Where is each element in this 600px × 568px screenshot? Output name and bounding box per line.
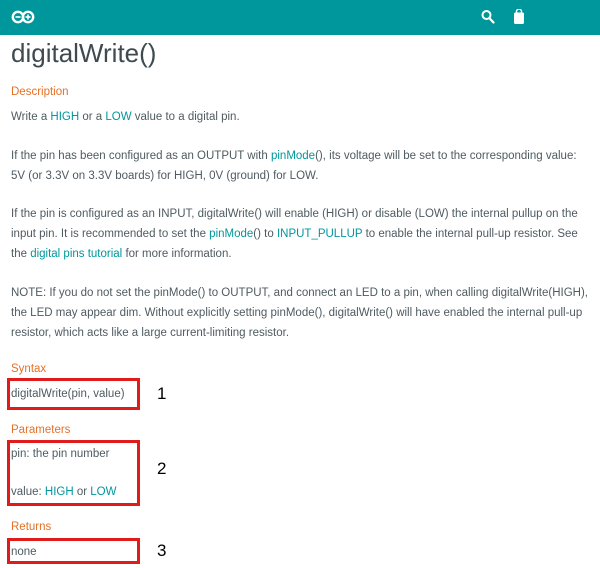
- pinmode-link[interactable]: pinMode: [209, 228, 253, 240]
- page-title: digitalWrite(): [11, 38, 157, 68]
- infinity-logo-icon[interactable]: [11, 9, 35, 30]
- description-paragraph-1: Write a HIGH or a LOW value to a digital…: [11, 111, 240, 123]
- high-link[interactable]: HIGH: [50, 111, 79, 123]
- parameters-heading: Parameters: [11, 424, 71, 436]
- digital-pins-tutorial-link[interactable]: digital pins tutorial: [30, 248, 122, 260]
- low-link[interactable]: LOW: [105, 111, 131, 123]
- input-pullup-link[interactable]: INPUT_PULLUP: [277, 228, 362, 240]
- returns-heading: Returns: [11, 521, 52, 533]
- description-note: NOTE: If you do not set the pinMode() to…: [11, 287, 588, 339]
- annotation-number-2: 2: [157, 459, 167, 478]
- annotation-box-3: [7, 538, 140, 564]
- bag-icon[interactable]: [513, 8, 525, 30]
- search-icon[interactable]: [481, 9, 495, 30]
- pinmode-link[interactable]: pinMode: [271, 150, 315, 162]
- top-navigation-bar: [0, 0, 600, 35]
- description-heading: Description: [11, 86, 69, 98]
- description-paragraph-2: If the pin has been configured as an OUT…: [11, 150, 577, 182]
- annotation-box-2: [7, 440, 140, 506]
- annotation-box-1: [7, 378, 140, 410]
- annotation-number-3: 3: [157, 541, 167, 560]
- syntax-heading: Syntax: [11, 363, 47, 375]
- description-paragraph-3: If the pin is configured as an INPUT, di…: [11, 208, 578, 260]
- annotation-number-1: 1: [157, 384, 167, 403]
